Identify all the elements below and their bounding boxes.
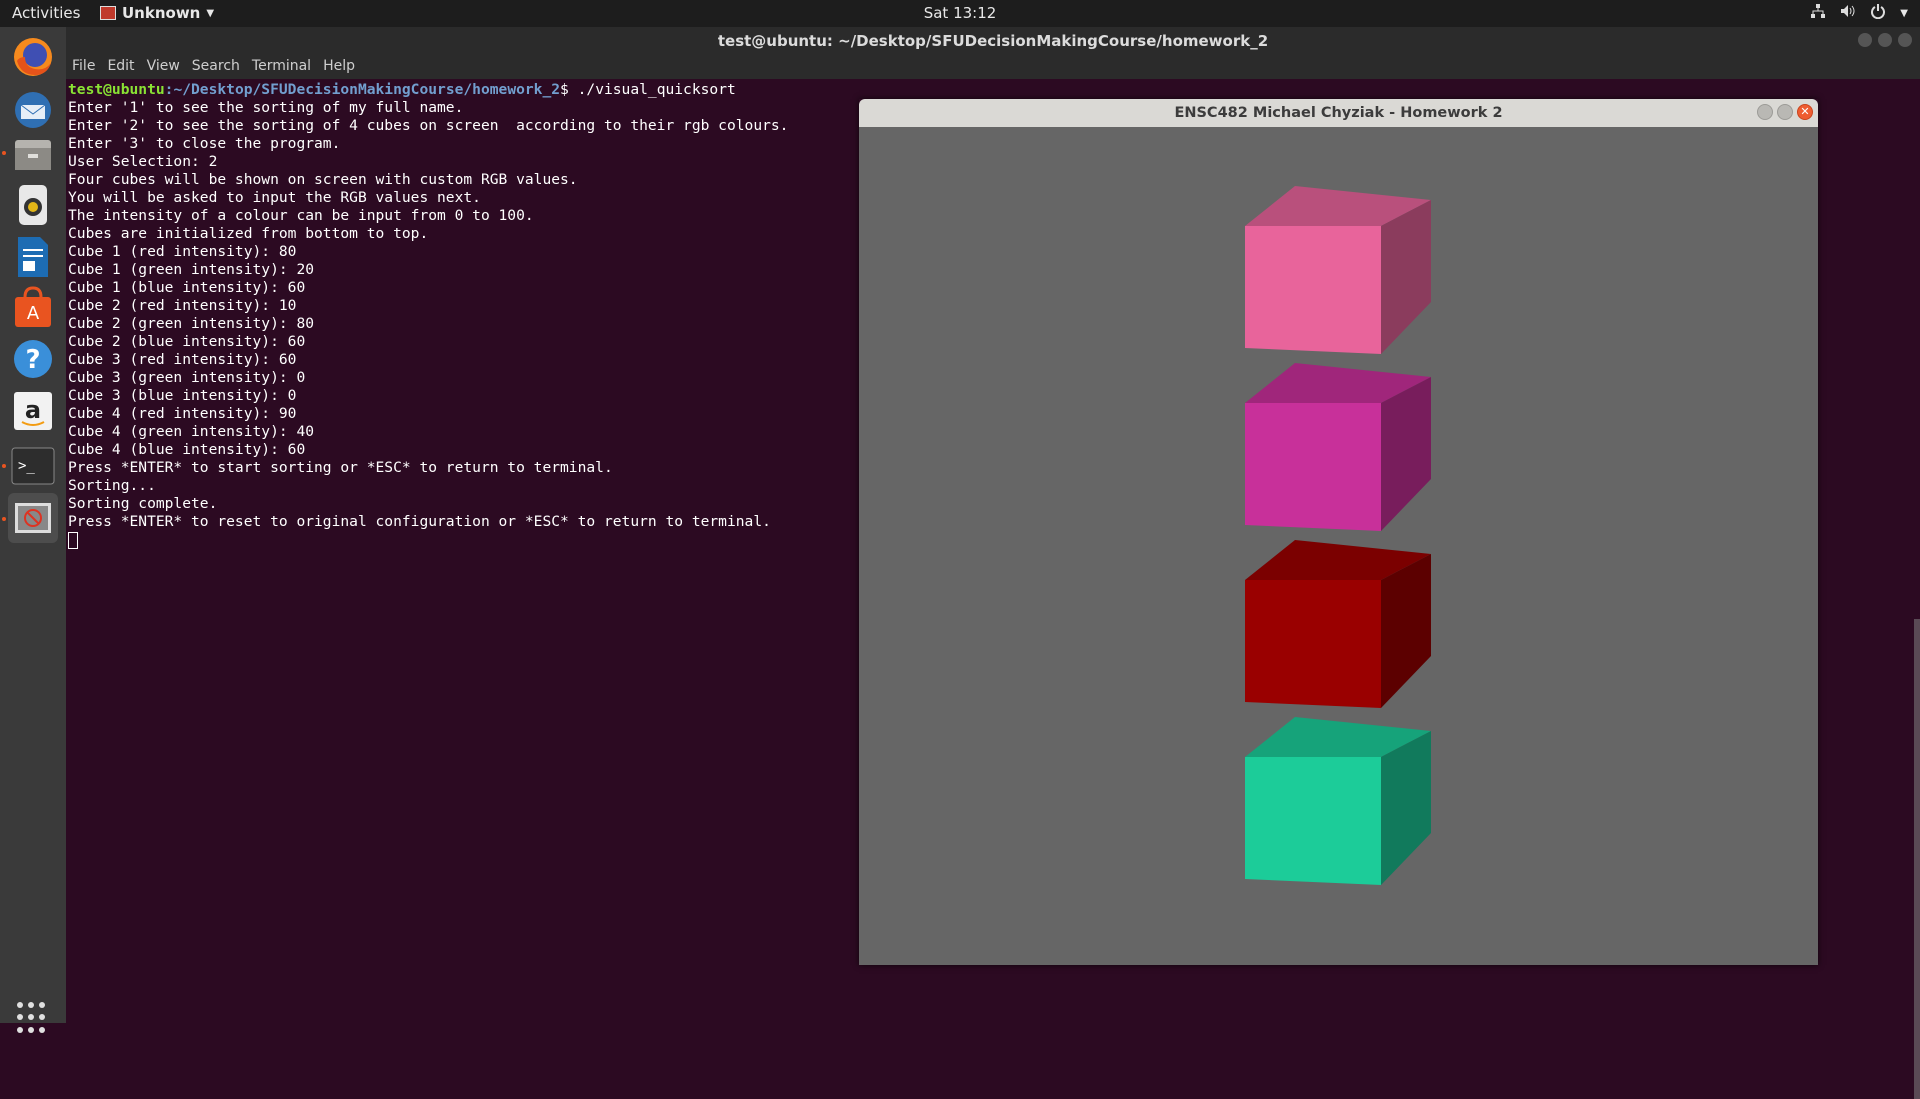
menu-file[interactable]: File: [66, 55, 101, 79]
text-cursor: [68, 531, 78, 549]
terminal-line: Cube 1 (green intensity): 20: [68, 261, 315, 278]
terminal-line: Enter '2' to see the sorting of 4 cubes …: [68, 117, 789, 134]
system-tray[interactable]: ▼: [1810, 3, 1908, 23]
terminal-line: Cube 4 (red intensity): 90: [68, 405, 297, 422]
volume-icon[interactable]: [1840, 3, 1856, 23]
minimize-button[interactable]: [1757, 104, 1773, 120]
menu-help[interactable]: Help: [317, 55, 361, 79]
maximize-button[interactable]: [1878, 33, 1892, 47]
terminal-line: Enter '3' to close the program.: [68, 135, 341, 152]
menu-terminal[interactable]: Terminal: [246, 55, 317, 79]
menu-view[interactable]: View: [141, 55, 186, 79]
clock[interactable]: Sat 13:12: [924, 4, 997, 22]
cube-3: [1245, 540, 1431, 708]
terminal-line: Cube 2 (red intensity): 10: [68, 297, 297, 314]
prompt-user: test@ubuntu: [68, 81, 165, 98]
maximize-button[interactable]: [1777, 104, 1793, 120]
terminal-title: test@ubuntu: ~/Desktop/SFUDecisionMaking…: [717, 32, 1269, 50]
app-icon[interactable]: [8, 493, 58, 543]
help-icon[interactable]: ?: [8, 334, 58, 384]
amazon-icon[interactable]: a: [8, 386, 58, 436]
render-window-titlebar: ENSC482 Michael Chyziak - Homework 2 ✕: [859, 99, 1818, 127]
show-applications-icon[interactable]: [17, 1002, 49, 1034]
writer-icon[interactable]: [8, 232, 58, 282]
terminal-line: User Selection: 2: [68, 153, 218, 170]
render-window[interactable]: ENSC482 Michael Chyziak - Homework 2 ✕: [859, 99, 1818, 965]
activities-button[interactable]: Activities: [12, 4, 80, 22]
svg-text:?: ?: [25, 345, 40, 375]
cube-2: [1245, 363, 1431, 531]
terminal-line: Cube 1 (blue intensity): 60: [68, 279, 306, 296]
terminal-line: Cubes are initialized from bottom to top…: [68, 225, 429, 242]
menu-search[interactable]: Search: [186, 55, 246, 79]
running-indicator: [2, 151, 6, 155]
terminal-menubar: File Edit View Search Terminal Help: [66, 55, 1920, 79]
terminal-line: Cube 4 (green intensity): 40: [68, 423, 315, 440]
power-icon[interactable]: [1870, 3, 1886, 23]
terminal-line: Cube 3 (green intensity): 0: [68, 369, 306, 386]
cube-4: [1245, 717, 1431, 885]
render-canvas: [859, 127, 1818, 965]
prompt-command: $ ./visual_quicksort: [560, 81, 736, 98]
running-indicator: [2, 517, 6, 521]
close-button[interactable]: ✕: [1797, 104, 1813, 120]
menu-edit[interactable]: Edit: [101, 55, 140, 79]
scrollbar[interactable]: [1914, 619, 1920, 1099]
minimize-button[interactable]: [1858, 33, 1872, 47]
running-indicator: [2, 464, 6, 468]
app-menu-label: Unknown: [122, 4, 201, 22]
svg-text:A: A: [27, 303, 40, 324]
svg-text:>_: >_: [18, 458, 35, 474]
close-button[interactable]: [1898, 33, 1912, 47]
terminal-line: Enter '1' to see the sorting of my full …: [68, 99, 464, 116]
app-menu-icon: [100, 6, 116, 20]
terminal-line: Press *ENTER* to reset to original confi…: [68, 513, 771, 530]
cube-1: [1245, 186, 1431, 354]
thunderbird-icon[interactable]: [8, 85, 58, 135]
network-icon[interactable]: [1810, 3, 1826, 23]
software-icon[interactable]: A: [8, 282, 58, 332]
terminal-line: Sorting complete.: [68, 495, 218, 512]
terminal-line: Cube 2 (green intensity): 80: [68, 315, 315, 332]
terminal-line: Cube 3 (blue intensity): 0: [68, 387, 297, 404]
terminal-line: Cube 2 (blue intensity): 60: [68, 333, 306, 350]
terminal-line: Sorting...: [68, 477, 156, 494]
cube-scene: [1245, 186, 1431, 885]
dock: A ? a >_: [0, 27, 66, 1033]
rhythmbox-icon[interactable]: [8, 180, 58, 230]
terminal-titlebar: test@ubuntu: ~/Desktop/SFUDecisionMaking…: [66, 27, 1920, 55]
render-window-title: ENSC482 Michael Chyziak - Homework 2: [1174, 105, 1503, 121]
terminal-line: Press *ENTER* to start sorting or *ESC* …: [68, 459, 613, 476]
chevron-down-icon: ▼: [206, 7, 215, 19]
terminal-line: You will be asked to input the RGB value…: [68, 189, 481, 206]
terminal-line: Cube 3 (red intensity): 60: [68, 351, 297, 368]
terminal-line: The intensity of a colour can be input f…: [68, 207, 534, 224]
terminal-line: Cube 4 (blue intensity): 60: [68, 441, 306, 458]
chevron-down-icon[interactable]: ▼: [1900, 8, 1908, 19]
app-menu[interactable]: Unknown ▼: [100, 4, 214, 22]
files-icon[interactable]: [8, 130, 58, 180]
terminal-icon[interactable]: >_: [8, 441, 58, 491]
terminal-line: Four cubes will be shown on screen with …: [68, 171, 578, 188]
firefox-icon[interactable]: [8, 32, 58, 82]
prompt-path: :~/Desktop/SFUDecisionMakingCourse/homew…: [164, 81, 561, 98]
top-bar: Activities Unknown ▼ Sat 13:12 ▼: [0, 0, 1920, 27]
svg-text:a: a: [25, 396, 41, 424]
terminal-line: Cube 1 (red intensity): 80: [68, 243, 297, 260]
